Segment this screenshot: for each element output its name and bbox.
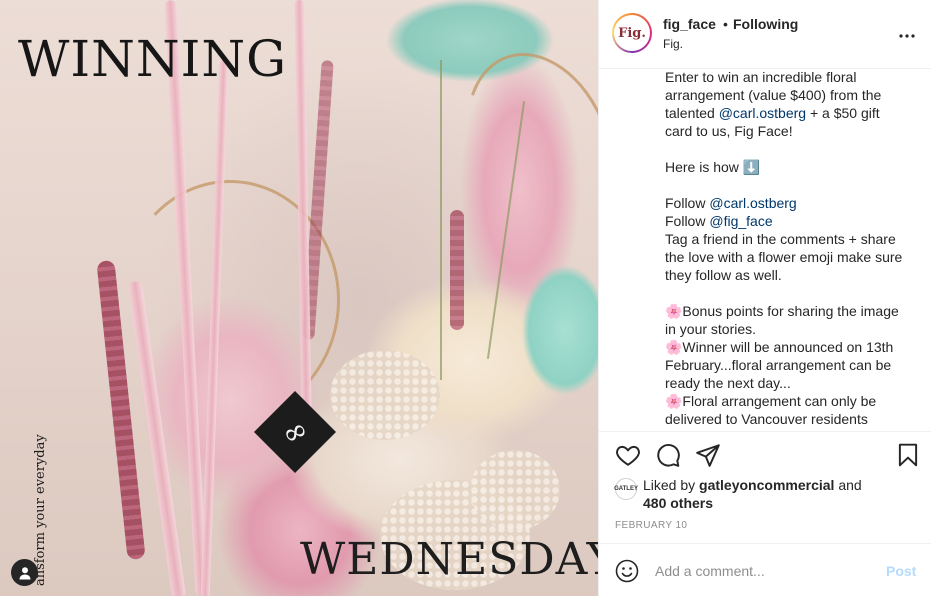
caption-line: 🌸Floral arrangement can only be [665,393,877,409]
flower-stem [440,60,442,380]
more-options-button[interactable] [899,22,915,43]
caption-text: + a $50 gift [806,105,880,121]
avatar[interactable]: Fig. [614,15,650,51]
following-button[interactable]: Following [733,16,798,32]
save-button[interactable] [895,442,921,468]
caption-line: Enter to win an incredible floral [665,69,857,85]
likes-count-link[interactable]: 480 others [643,495,713,511]
more-horizontal-icon [899,34,915,38]
headline-bottom: WEDNESDAY [300,534,598,585]
caption-line: arrangement (value $400) from the [665,87,882,103]
caption-line: in your stories. [665,321,757,337]
caption-line: delivered to Vancouver residents [665,411,868,427]
caption-text: Follow [665,213,710,229]
dried-flower-cluster [470,450,560,530]
mention-link[interactable]: @carl.ostberg [719,105,806,121]
dried-flower-cluster [330,350,440,440]
comment-icon [657,444,680,467]
caption-how: Here is how ⬇️ [665,158,927,176]
caption-line: Here is how ⬇️ [665,159,761,175]
caption-steps: Follow @carl.ostberg Follow @fig_face Ta… [665,194,927,284]
liker-avatar[interactable]: GATLEY [614,478,638,500]
amaranth-strand [450,210,464,330]
caption-text: talented [665,105,719,121]
caption-line: 🌸Winner will be announced on 13th [665,339,894,355]
tagged-users-button[interactable] [11,559,38,586]
comment-button[interactable] [655,442,681,468]
caption-line: talented @carl.ostberg + a $50 gift [665,104,927,122]
share-button[interactable] [695,442,721,468]
post-comment-button[interactable]: Post [886,563,916,579]
caption-line: Follow @fig_face [665,212,927,230]
liked-by-and: and [834,477,862,493]
liked-by-text: Liked by gatleyoncommercial and 480 othe… [643,476,923,512]
caption-line: Tag a friend in the comments + share [665,231,896,247]
comment-bar: Post [599,543,931,596]
caption-intro: Enter to win an incredible floral arrang… [665,68,927,140]
separator-dot: • [723,16,728,32]
caption-line: February...floral arrangement can be [665,357,892,373]
caption-text: Follow [665,195,710,211]
emoji-button[interactable] [615,559,639,583]
heart-icon [616,445,640,466]
liked-by-prefix: Liked by [643,477,700,493]
caption-line: 🌸Bonus points for sharing the image [665,303,899,319]
caption-line: card to us, Fig Face! [665,123,793,139]
tagline: ansform your everyday [33,434,48,586]
paper-plane-icon [696,444,720,467]
caption-line: the love with a flower emoji make sure [665,249,903,265]
mention-link[interactable]: @carl.ostberg [709,195,796,211]
action-bar [599,431,931,479]
caption-rules: 🌸Bonus points for sharing the image in y… [665,302,927,428]
caption-line: Follow @carl.ostberg [665,194,927,212]
emoji-icon [615,559,639,583]
post-date[interactable]: FEBRUARY 10 [615,520,687,531]
user-icon [19,566,30,579]
post-image[interactable]: WINNING ∞ WEDNESDAY ansform your everyda… [0,0,598,596]
location-link[interactable]: Fig. [663,37,683,51]
comment-input[interactable] [655,561,875,581]
liker-username-link[interactable]: gatleyoncommercial [699,477,834,493]
like-button[interactable] [615,442,641,468]
username-link[interactable]: fig_face [663,16,716,32]
caption-line: ready the next day... [665,375,791,391]
post-caption: Enter to win an incredible floral arrang… [665,68,927,430]
post-side-panel: Fig. fig_face • Following Fig. Enter to … [598,0,931,596]
headline-top: WINNING [18,30,288,88]
mention-link[interactable]: @fig_face [709,213,772,229]
post-header: Fig. fig_face • Following Fig. [599,0,931,69]
bookmark-icon [898,443,918,467]
caption-line: they follow as well. [665,267,782,283]
profile-avatar-ring[interactable]: Fig. [612,13,652,53]
